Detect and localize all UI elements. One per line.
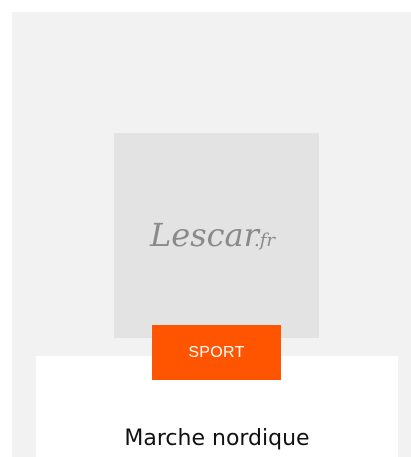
logo-main-text: Lescar — [149, 216, 261, 254]
logo-tld-text: .fr — [254, 230, 276, 251]
article-thumbnail[interactable]: Lescar .fr — [114, 133, 319, 338]
lescar-logo: Lescar .fr — [149, 216, 276, 254]
category-badge[interactable]: SPORT — [152, 325, 281, 380]
article-title[interactable]: Marche nordique — [36, 424, 398, 454]
